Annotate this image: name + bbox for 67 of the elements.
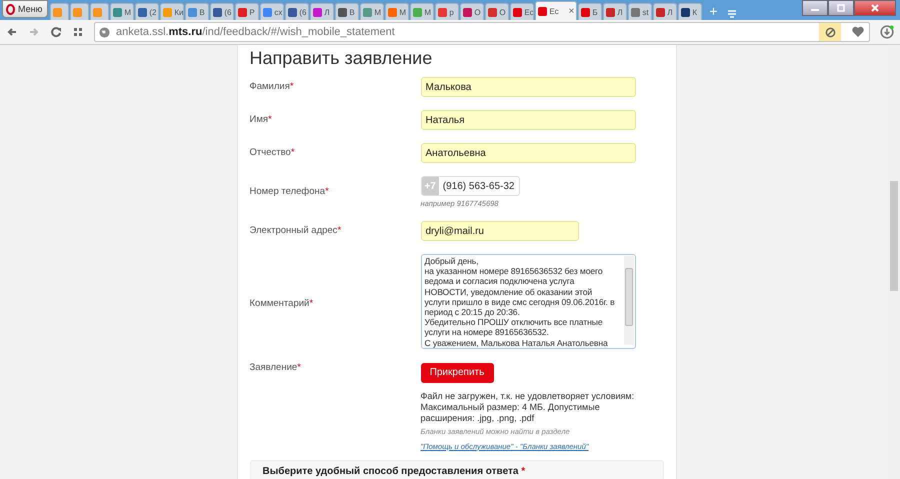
- required-mark: *: [268, 114, 272, 125]
- browser-tab[interactable]: К: [678, 3, 702, 20]
- block-icon: [824, 26, 836, 38]
- text-field[interactable]: Анатольевна: [420, 143, 636, 163]
- close-icon: [871, 4, 879, 12]
- browser-tab[interactable]: М: [110, 3, 134, 20]
- maximize-icon: [837, 4, 845, 12]
- logo-icon: [6, 4, 15, 14]
- required-mark: *: [290, 147, 295, 158]
- menu-button[interactable]: Меню: [2, 0, 48, 18]
- speed-dial-icon[interactable]: [72, 26, 84, 38]
- required-mark: *: [290, 81, 294, 92]
- browser-tab[interactable]: В: [335, 3, 360, 20]
- new-tab-button[interactable]: +: [709, 4, 718, 18]
- browser-tab[interactable]: О: [485, 3, 510, 20]
- browser-tab[interactable]: st: [628, 3, 652, 20]
- comment-field[interactable]: Добрый день, на указанном номере 89165636532 без моего ведома и согласия подключена услуга НОВОСТИ, уведомление об оказании этой услуги пришло в виде смс сегодня 09.06.2016г. в период с 20:15 до 20:36. Убедительно ПРОШУ отключить все платные услуги на номере 89165636532. С уважением, Малькова Наталья Анатольевна: [420, 254, 636, 349]
- back-icon[interactable]: [6, 26, 18, 38]
- text-field[interactable]: Наталья: [420, 110, 636, 130]
- text-field[interactable]: Малькова: [420, 77, 636, 97]
- email-field[interactable]: dryli@mail.ru: [420, 221, 578, 241]
- required-mark: *: [325, 186, 329, 197]
- close-tab-button[interactable]: ×: [568, 6, 574, 16]
- tab-menu-icon[interactable]: [726, 8, 738, 20]
- field-label: Имя: [250, 114, 268, 125]
- browser-tab[interactable]: Л: [653, 3, 678, 20]
- required-mark: *: [521, 466, 526, 476]
- field-label: Фамилия: [250, 81, 290, 92]
- browser-tab[interactable]: В: [185, 3, 210, 20]
- field-label: Отчество: [250, 147, 291, 158]
- browser-tab[interactable]: Р: [235, 3, 260, 20]
- browser-tab[interactable]: (2: [135, 3, 160, 20]
- field-label: Номер телефона: [250, 186, 326, 197]
- browser-tab[interactable]: М: [410, 3, 434, 20]
- minimize-button[interactable]: [802, 0, 828, 16]
- browser-tab[interactable]: Л: [310, 3, 334, 20]
- browser-tab[interactable]: М: [360, 3, 384, 20]
- browser-tab[interactable]: О: [460, 3, 484, 20]
- download-icon[interactable]: [880, 25, 894, 39]
- field-label: Комментарий: [250, 298, 310, 309]
- browser-tab[interactable]: р: [435, 3, 460, 20]
- reload-icon[interactable]: [50, 26, 62, 38]
- browser-tab[interactable]: (6: [210, 3, 234, 20]
- field-label: Электронный адрес: [250, 225, 338, 236]
- required-mark: *: [309, 298, 314, 309]
- attach-button[interactable]: Прикрепить: [420, 362, 494, 382]
- answer-heading: Выберите удобный способ предоставления ответа: [262, 466, 518, 476]
- upload-error-text: Файл не загружен, т.к. не удовлетворяет условиям: Максимальный размер: 4 МБ. Допустимые расширения: .jpg, .png, .pdf: [420, 390, 636, 424]
- field-label: Заявление: [250, 362, 298, 373]
- heart-icon[interactable]: [851, 26, 865, 38]
- ad-block-button[interactable]: [819, 23, 841, 41]
- maximize-button[interactable]: [828, 0, 854, 16]
- browser-tab[interactable]: Л: [603, 3, 628, 20]
- close-button[interactable]: [854, 0, 896, 16]
- browser-tab[interactable]: Ки: [160, 3, 184, 20]
- globe-icon: [99, 26, 110, 38]
- browser-tab[interactable]: Ес ×: [535, 1, 578, 20]
- browser-tab[interactable]: Ес: [510, 3, 534, 20]
- scrollbar[interactable]: [624, 256, 634, 345]
- address-bar[interactable]: anketa.ssl.mts.ru/ind/feedback/#/wish_mobile_statement: [94, 22, 870, 42]
- browser-tab[interactable]: (6: [285, 3, 310, 20]
- required-mark: *: [337, 225, 342, 236]
- required-mark: *: [297, 362, 301, 373]
- browser-tab[interactable]: сх: [260, 3, 284, 20]
- browser-tab[interactable]: М: [385, 3, 410, 20]
- browser-tab[interactable]: Б: [578, 3, 602, 20]
- form-title: Направить заявление: [250, 47, 434, 70]
